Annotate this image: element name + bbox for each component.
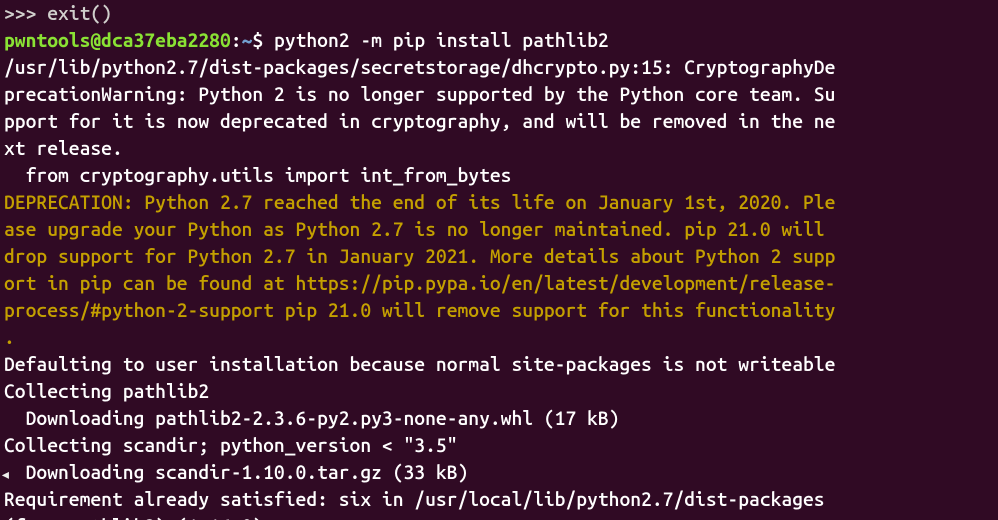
terminal-line: Collecting scandir; python_version < "3.… bbox=[4, 432, 994, 459]
terminal-line: ort in pip can be found at https://pip.p… bbox=[4, 270, 994, 297]
terminal-line: Downloading pathlib2-2.3.6-py2.py3-none-… bbox=[4, 405, 994, 432]
terminal-line: . bbox=[4, 324, 994, 351]
prompt-user: pwntools@dca37eba2280 bbox=[4, 29, 231, 51]
terminal-line: drop support for Python 2.7 in January 2… bbox=[4, 243, 994, 270]
terminal-line: Requirement already satisfied: six in /u… bbox=[4, 486, 994, 513]
terminal-line: ase upgrade your Python as Python 2.7 is… bbox=[4, 216, 994, 243]
terminal-text: $ python2 -m pip install pathlib2 bbox=[252, 29, 608, 51]
terminal-line: process/#python-2-support pip 21.0 will … bbox=[4, 297, 994, 324]
terminal-line: Defaulting to user installation because … bbox=[4, 351, 994, 378]
terminal-line: DEPRECATION: Python 2.7 reached the end … bbox=[4, 189, 994, 216]
terminal-line: Downloading scandir-1.10.0.tar.gz (33 kB… bbox=[4, 459, 994, 486]
terminal-line: precationWarning: Python 2 is no longer … bbox=[4, 81, 994, 108]
terminal-output[interactable]: >>> exit()pwntools@dca37eba2280:~$ pytho… bbox=[0, 0, 998, 520]
terminal-line: pwntools@dca37eba2280:~$ python2 -m pip … bbox=[4, 27, 994, 54]
terminal-text: : bbox=[231, 29, 242, 51]
terminal-line: >>> exit() bbox=[4, 0, 994, 27]
terminal-line: (from pathlib2) (1.16.0) bbox=[4, 513, 994, 520]
terminal-line: Collecting pathlib2 bbox=[4, 378, 994, 405]
scroll-indicator-icon: ◂ bbox=[0, 461, 11, 487]
terminal-line: xt release. bbox=[4, 135, 994, 162]
terminal-line: /usr/lib/python2.7/dist-packages/secrets… bbox=[4, 54, 994, 81]
terminal-line: from cryptography.utils import int_from_… bbox=[4, 162, 994, 189]
terminal-line: pport for it is now deprecated in crypto… bbox=[4, 108, 994, 135]
prompt-path: ~ bbox=[242, 29, 253, 51]
